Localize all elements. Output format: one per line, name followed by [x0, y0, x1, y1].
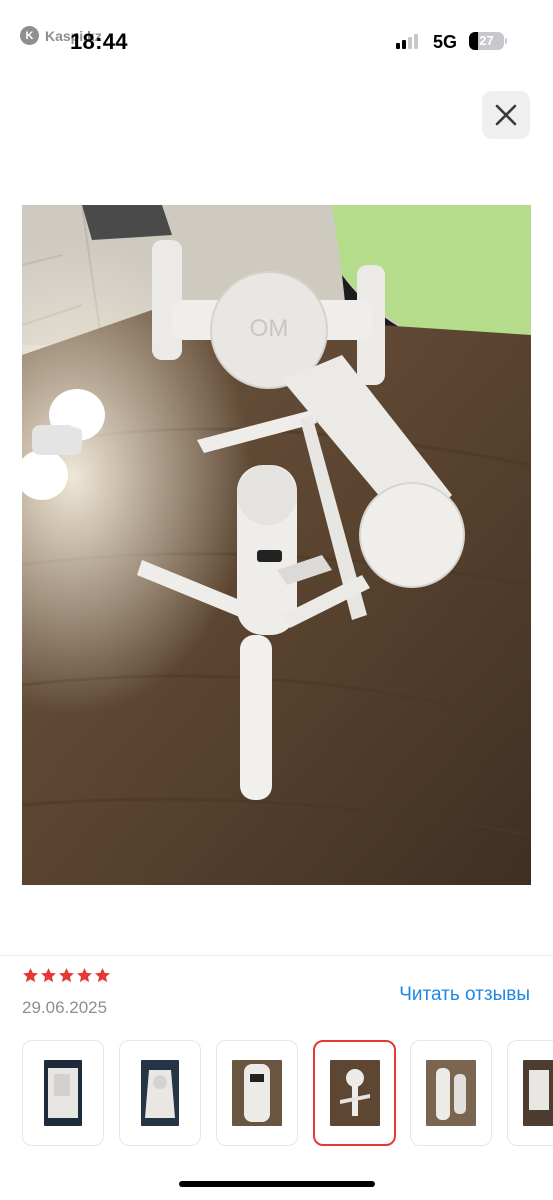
thumbnail-3[interactable]	[216, 1040, 298, 1146]
thumbnail-strip[interactable]	[22, 1040, 553, 1146]
battery-percent: 27	[479, 33, 494, 48]
thumbnail-image	[329, 1060, 380, 1126]
network-type: 5G	[433, 32, 458, 52]
kaspi-logo-icon: K	[20, 26, 39, 45]
rating-stars	[22, 967, 111, 984]
thumbnail-image	[44, 1060, 82, 1126]
thumbnail-1[interactable]	[22, 1040, 104, 1146]
thumbnail-image	[426, 1060, 476, 1126]
review-date: 29.06.2025	[22, 998, 108, 1017]
thumbnail-4-selected[interactable]	[313, 1040, 396, 1146]
star-icon	[23, 968, 38, 983]
product-photo[interactable]: OM	[22, 205, 531, 885]
thumbnail-5[interactable]	[410, 1040, 492, 1146]
home-indicator[interactable]	[179, 1181, 375, 1187]
status-time: 18:44	[70, 29, 128, 54]
thumbnail-2[interactable]	[119, 1040, 201, 1146]
star-icon	[95, 968, 110, 983]
thumbnail-image	[141, 1060, 179, 1126]
star-icon	[41, 968, 56, 983]
read-reviews-link[interactable]: Читать отзывы	[399, 984, 530, 1006]
star-icon	[59, 968, 74, 983]
section-divider	[0, 955, 553, 956]
star-icon	[77, 968, 92, 983]
battery-icon: 27	[469, 32, 504, 50]
svg-text:OM: OM	[250, 315, 289, 342]
cellular-signal-icon	[396, 33, 418, 49]
battery-tip	[505, 38, 507, 44]
photo-illustration: OM	[22, 205, 531, 885]
thumbnail-image	[232, 1060, 282, 1126]
thumbnail-image	[523, 1060, 553, 1126]
close-button[interactable]	[482, 91, 530, 139]
close-icon	[495, 104, 517, 126]
status-bar: K Kaspi.kz 18:44 5G 27	[0, 0, 553, 80]
thumbnail-6[interactable]	[507, 1040, 553, 1146]
